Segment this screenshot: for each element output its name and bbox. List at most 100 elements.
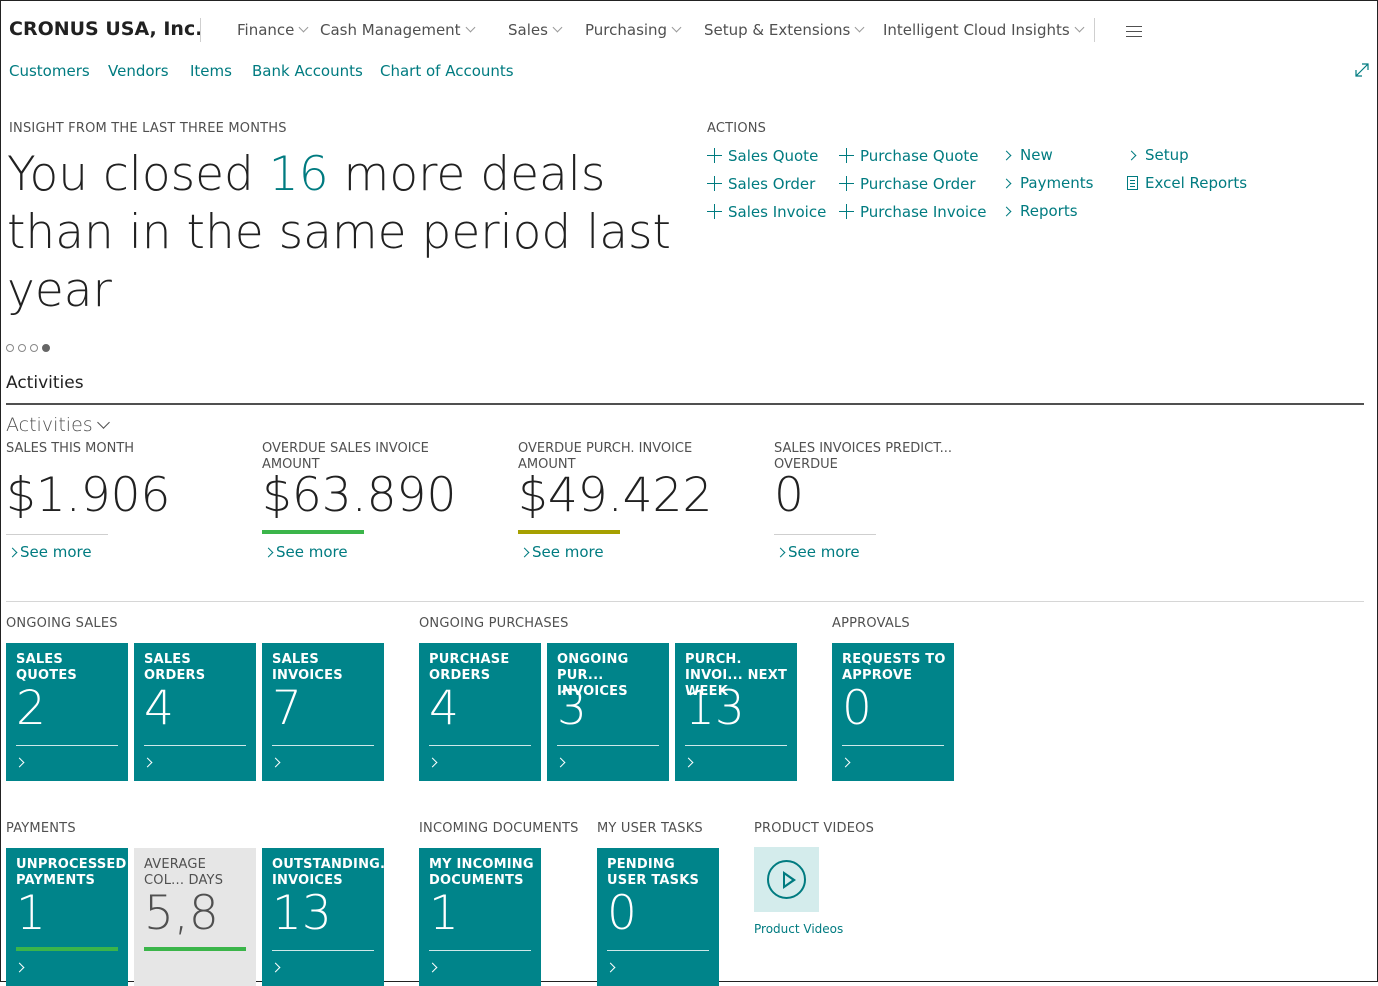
tile-sales-invoices[interactable]: SALES INVOICES 7 bbox=[262, 643, 384, 781]
plus-icon bbox=[839, 148, 854, 163]
cue-value[interactable]: $63.890 bbox=[262, 468, 456, 523]
product-videos-link[interactable]: Product Videos bbox=[754, 922, 843, 936]
see-more-link[interactable]: See more bbox=[775, 543, 860, 561]
group-title-user-tasks: MY USER TASKS bbox=[597, 821, 703, 836]
action-payments[interactable]: Payments bbox=[1001, 174, 1093, 192]
menu-finance[interactable]: Finance bbox=[237, 21, 309, 39]
tile-my-incoming-documents[interactable]: MY INCOMING DOCUMENTS 1 bbox=[419, 848, 541, 986]
carousel-dot[interactable] bbox=[42, 344, 50, 352]
tile-value: 13 bbox=[685, 681, 745, 736]
group-title-product-videos: PRODUCT VIDEOS bbox=[754, 821, 875, 836]
action-purchase-quote[interactable]: Purchase Quote bbox=[839, 146, 978, 165]
action-sales-invoice[interactable]: Sales Invoice bbox=[707, 202, 826, 221]
chevron-right-icon bbox=[1001, 150, 1012, 161]
action-label: New bbox=[1020, 146, 1053, 164]
nav-chart-of-accounts[interactable]: Chart of Accounts bbox=[380, 62, 514, 80]
group-title-ongoing-purchases: ONGOING PURCHASES bbox=[419, 616, 569, 631]
chevron-right-icon bbox=[427, 757, 438, 768]
chevron-down-icon bbox=[1074, 22, 1085, 33]
plus-icon bbox=[707, 176, 722, 191]
divider bbox=[6, 601, 1364, 602]
tile-divider bbox=[429, 745, 531, 746]
action-sales-quote[interactable]: Sales Quote bbox=[707, 146, 818, 165]
menu-intelligent-cloud-insights[interactable]: Intelligent Cloud Insights bbox=[883, 21, 1085, 39]
expand-icon[interactable] bbox=[1353, 61, 1371, 79]
company-name[interactable]: CRONUS USA, Inc. bbox=[9, 18, 202, 40]
chevron-right-icon bbox=[519, 547, 530, 558]
chevron-down-icon bbox=[854, 22, 865, 33]
tile-sales-quotes[interactable]: SALES QUOTES 2 bbox=[6, 643, 128, 781]
carousel-dot[interactable] bbox=[6, 344, 14, 352]
tile-value: 3 bbox=[557, 681, 587, 736]
action-sales-order[interactable]: Sales Order bbox=[707, 174, 815, 193]
action-purchase-invoice[interactable]: Purchase Invoice bbox=[839, 202, 987, 221]
cue-value[interactable]: $49.422 bbox=[518, 468, 712, 523]
carousel-dot[interactable] bbox=[30, 344, 38, 352]
nav-vendors[interactable]: Vendors bbox=[108, 62, 169, 80]
product-videos-tile[interactable] bbox=[754, 847, 819, 912]
chevron-right-icon bbox=[142, 757, 153, 768]
action-label: Setup bbox=[1145, 146, 1189, 164]
see-more-link[interactable]: See more bbox=[7, 543, 92, 561]
tile-outstanding-invoices[interactable]: OUTSTANDING... INVOICES 13 bbox=[262, 848, 395, 986]
tile-value: 1 bbox=[16, 886, 46, 941]
insight-label: INSIGHT FROM THE LAST THREE MONTHS bbox=[9, 121, 287, 136]
action-label: Reports bbox=[1020, 202, 1078, 220]
menu-purchasing[interactable]: Purchasing bbox=[585, 21, 682, 39]
see-more-link[interactable]: See more bbox=[263, 543, 348, 561]
play-icon bbox=[767, 860, 806, 899]
cue-value[interactable]: 0 bbox=[774, 468, 804, 523]
tile-value: 1 bbox=[429, 886, 459, 941]
nav-items[interactable]: Items bbox=[190, 62, 232, 80]
chevron-right-icon bbox=[555, 757, 566, 768]
tile-purchase-orders[interactable]: PURCHASE ORDERS 4 bbox=[419, 643, 541, 781]
tile-pending-user-tasks[interactable]: PENDING USER TASKS 0 bbox=[597, 848, 719, 986]
tile-sales-orders[interactable]: SALES ORDERS 4 bbox=[134, 643, 256, 781]
menu-label: Finance bbox=[237, 21, 295, 39]
tile-label: AVERAGE COL... DAYS bbox=[144, 857, 224, 888]
chevron-right-icon bbox=[775, 547, 786, 558]
chevron-right-icon bbox=[683, 757, 694, 768]
chevron-down-icon bbox=[552, 22, 563, 33]
chevron-right-icon bbox=[270, 757, 281, 768]
tile-divider bbox=[272, 745, 374, 746]
tile-value: 0 bbox=[607, 886, 637, 941]
see-more-label: See more bbox=[532, 543, 604, 561]
chevron-right-icon bbox=[1001, 206, 1012, 217]
cue-value[interactable]: $1.906 bbox=[6, 468, 170, 523]
tile-divider bbox=[607, 950, 709, 951]
chevron-right-icon bbox=[840, 757, 851, 768]
tile-divider bbox=[272, 950, 374, 951]
action-reports[interactable]: Reports bbox=[1001, 202, 1078, 220]
divider bbox=[1094, 18, 1095, 42]
tile-divider bbox=[144, 745, 246, 746]
tile-purch-invoices-next-week[interactable]: PURCH. INVOI... NEXT WEEK 13 bbox=[675, 643, 797, 781]
menu-setup-extensions[interactable]: Setup & Extensions bbox=[704, 21, 865, 39]
action-new[interactable]: New bbox=[1001, 146, 1053, 164]
nav-customers[interactable]: Customers bbox=[9, 62, 90, 80]
tile-divider bbox=[842, 745, 944, 746]
tile-average-collection-days[interactable]: AVERAGE COL... DAYS 5,8 bbox=[134, 848, 256, 986]
divider bbox=[200, 18, 201, 42]
nav-bank-accounts[interactable]: Bank Accounts bbox=[252, 62, 363, 80]
carousel-dot[interactable] bbox=[18, 344, 26, 352]
tile-label: PURCHASE ORDERS bbox=[429, 652, 510, 683]
tile-unprocessed-payments[interactable]: UNPROCESSED PAYMENTS 1 bbox=[6, 848, 128, 986]
carousel-indicator[interactable] bbox=[6, 337, 54, 356]
see-more-link[interactable]: See more bbox=[519, 543, 604, 561]
tile-requests-to-approve[interactable]: REQUESTS TO APPROVE 0 bbox=[832, 643, 954, 781]
plus-icon bbox=[707, 204, 722, 219]
action-purchase-order[interactable]: Purchase Order bbox=[839, 174, 976, 193]
tile-value: 0 bbox=[842, 681, 872, 736]
group-title-incoming-documents: INCOMING DOCUMENTS bbox=[419, 821, 579, 836]
menu-cash-management[interactable]: Cash Management bbox=[320, 21, 476, 39]
menu-sales[interactable]: Sales bbox=[508, 21, 563, 39]
activities-group-toggle[interactable]: Activities bbox=[6, 414, 110, 436]
chevron-down-icon bbox=[96, 416, 110, 429]
action-excel-reports[interactable]: Excel Reports bbox=[1127, 174, 1247, 192]
menu-label: Purchasing bbox=[585, 21, 668, 39]
action-setup[interactable]: Setup bbox=[1126, 146, 1189, 164]
hamburger-menu-icon[interactable] bbox=[1126, 26, 1142, 41]
action-label: Sales Invoice bbox=[728, 203, 827, 221]
tile-ongoing-purchase-invoices[interactable]: ONGOING PUR... INVOICES 3 bbox=[547, 643, 669, 781]
